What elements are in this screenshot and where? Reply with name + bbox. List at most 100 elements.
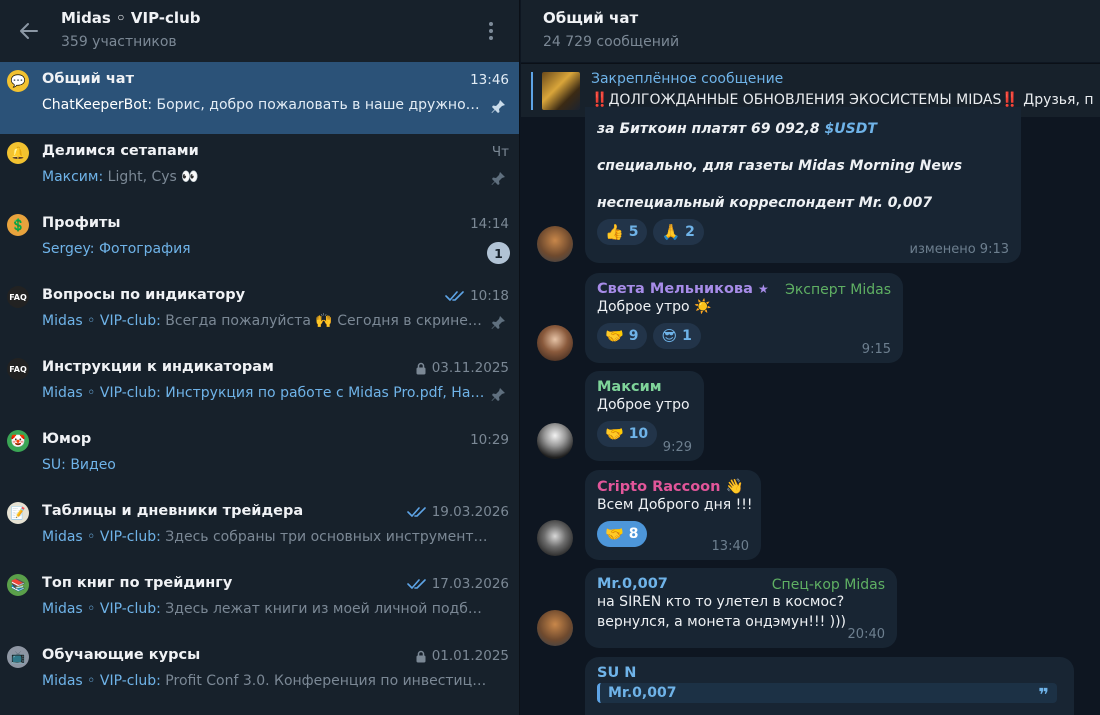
topic-item[interactable]: 🔔 Делимся сетапами Чт Максим: Light, Cys 👀	[0, 134, 519, 206]
message: Mr.0,007 Спец-кор Midas на SIREN кто то …	[521, 568, 1100, 648]
chat-panel: Общий чат 24 729 сообщений Закреплённое …	[521, 0, 1100, 715]
double-exclamation-icon: ‼️	[1001, 92, 1019, 108]
sender-name[interactable]: Максим	[597, 379, 692, 395]
message-text: Доброе утро ☀️	[597, 299, 712, 315]
avatar[interactable]	[537, 423, 573, 459]
pinned-thumbnail	[542, 72, 580, 110]
role-label: Эксперт Midas	[785, 282, 891, 298]
topic-name: Делимся сетапами	[42, 143, 199, 159]
role-label: Спец-кор Midas	[771, 577, 885, 593]
topic-preview: Midas ◦ VIP-club: Здесь лежат книги из м…	[42, 601, 488, 617]
reaction-handshake[interactable]: 🤝 10	[597, 421, 658, 447]
message-bubble: за Биткоин платят 69 092,8 $USDT специал…	[585, 107, 1021, 263]
reply-quote[interactable]: Mr.0,007 ❞	[597, 683, 1057, 706]
topic-time-area: 03.11.2025	[415, 360, 509, 376]
topic-preview: Midas ◦ VIP-club: Всегда пожалуйста 🙌 Се…	[42, 313, 488, 329]
message-text: Доброе утро	[597, 397, 690, 413]
sender-name[interactable]: Cripto Raccoon 👋	[597, 478, 749, 495]
topic-time-area: Чт	[492, 144, 509, 160]
faq-icon: FAQ	[7, 358, 29, 380]
thumbs-up-icon: 👍	[605, 223, 624, 241]
preview-text: Всегда пожалуйста 🙌 Сегодня в скринере п…	[165, 313, 488, 329]
pinned-indicator	[531, 72, 533, 110]
faq-icon: FAQ	[7, 286, 29, 308]
speech-bubble-icon: 💬	[7, 70, 29, 92]
handshake-icon: 🤝	[605, 425, 624, 443]
cashtag-link[interactable]: $USDT	[825, 121, 877, 137]
topic-preview: Midas ◦ VIP-club: Profit Conf 3.0. Конфе…	[42, 673, 488, 689]
reaction-thumbs-up[interactable]: 👍 5	[597, 219, 648, 245]
message-time: 9:29	[662, 440, 692, 455]
books-icon: 📚	[7, 574, 29, 596]
avatar[interactable]	[537, 325, 573, 361]
message: SU N Mr.0,007 ❞	[521, 657, 1100, 715]
waving-hand-icon: 👋	[725, 479, 744, 495]
topic-time-area: 19.03.2026	[406, 504, 509, 520]
message-count: 24 729 сообщений	[543, 34, 680, 50]
preview-sender: Midas ◦ VIP-club:	[42, 313, 161, 329]
chat-header[interactable]: Общий чат 24 729 сообщений	[521, 0, 1100, 62]
pinned-title: Закреплённое сообщение	[591, 71, 784, 87]
handshake-icon: 🤝	[605, 525, 624, 543]
topic-item[interactable]: FAQ Инструкции к индикаторам 03.11.2025 Mid…	[0, 350, 519, 422]
avatar[interactable]	[537, 226, 573, 262]
handshake-icon: 🤝	[605, 327, 624, 345]
reaction-handshake[interactable]: 🤝 8	[597, 521, 648, 547]
double-check-icon	[406, 507, 426, 517]
topic-name: Юмор	[42, 431, 92, 447]
topic-name: Профиты	[42, 215, 121, 231]
reaction-pray[interactable]: 🙏 2	[653, 219, 704, 245]
more-menu-button[interactable]	[483, 19, 499, 43]
topic-time: 10:18	[470, 288, 509, 304]
star-icon: ★	[757, 282, 769, 296]
topic-time: 03.11.2025	[431, 360, 509, 376]
topic-time-area: 10:18	[445, 288, 509, 304]
message-time: 20:40	[847, 627, 885, 642]
reaction-sunglasses[interactable]: 😎 1	[653, 323, 701, 349]
topic-time: 17.03.2026	[431, 576, 509, 592]
message-bubble: Максим Доброе утро 🤝 10 9:29	[585, 371, 704, 461]
topic-time-area: 14:14	[470, 216, 509, 232]
message-text: Всем Доброго дня !!!	[597, 497, 753, 513]
avatar[interactable]	[537, 520, 573, 556]
topic-item[interactable]: 📚 Топ книг по трейдингу 17.03.2026 Midas ◦ …	[0, 566, 519, 638]
topic-time: 19.03.2026	[431, 504, 509, 520]
avatar[interactable]	[537, 610, 573, 646]
unread-badge: 1	[487, 242, 510, 264]
preview-media: Инструкция по работе с Midas Pro.pdf, На…	[165, 385, 485, 401]
topic-name: Общий чат	[42, 71, 134, 87]
topic-item[interactable]: 📝 Таблицы и дневники трейдера 19.03.2026 Mi…	[0, 494, 519, 566]
double-check-icon	[445, 291, 464, 301]
topic-name: Вопросы по индикатору	[42, 287, 246, 303]
topic-item[interactable]: 💲 Профиты 14:14 Sergey: Фотография 1	[0, 206, 519, 278]
reaction-handshake[interactable]: 🤝 9	[597, 323, 648, 349]
chat-title: Общий чат	[543, 9, 639, 27]
message: Света Мельникова ★ Эксперт Midas Доброе …	[521, 273, 1100, 363]
reaction-count: 1	[682, 328, 692, 344]
preview-text: Здесь собраны три основных инструмента т…	[165, 529, 488, 545]
topic-time-area: 13:46	[470, 72, 509, 88]
pin-icon	[491, 316, 505, 329]
reaction-count: 8	[628, 526, 639, 542]
preview-sender: Midas ◦ VIP-club:	[42, 529, 161, 545]
preview-text: Здесь лежат книги из моей личной подборк…	[165, 601, 488, 617]
topic-preview: Максим: Light, Cys 👀	[42, 169, 488, 185]
sender-name-text: Света Мельникова	[597, 281, 753, 297]
topic-item[interactable]: FAQ Вопросы по индикатору 10:18 Midas ◦ VIP…	[0, 278, 519, 350]
pin-icon	[491, 388, 505, 401]
double-exclamation-icon: ‼️	[591, 92, 609, 108]
preview-sender: Sergey:	[42, 241, 95, 257]
topic-time-area: 01.01.2025	[415, 648, 509, 664]
topic-item[interactable]: 📺 Обучающие курсы 01.01.2025 Midas ◦ VIP-cl…	[0, 638, 519, 710]
topic-item[interactable]: 💬 Общий чат 13:46 ChatKeeperBot: Борис, доб…	[0, 62, 519, 134]
sender-name[interactable]: SU N	[597, 665, 1062, 681]
reply-sender: Mr.0,007	[608, 685, 677, 701]
message-bubble: SU N Mr.0,007 ❞	[585, 657, 1074, 715]
back-button[interactable]	[18, 20, 40, 42]
group-title[interactable]: Midas ◦ VIP-club	[61, 9, 200, 27]
message-bubble: Cripto Raccoon 👋 Всем Доброго дня !!! 🤝 8…	[585, 470, 761, 560]
topic-item[interactable]: 🤡 Юмор 10:29 SU: Видео	[0, 422, 519, 494]
topic-preview: SU: Видео	[42, 457, 488, 473]
arrow-left-icon	[20, 23, 38, 39]
message-line: специально, для газеты Midas Morning New…	[597, 158, 963, 174]
